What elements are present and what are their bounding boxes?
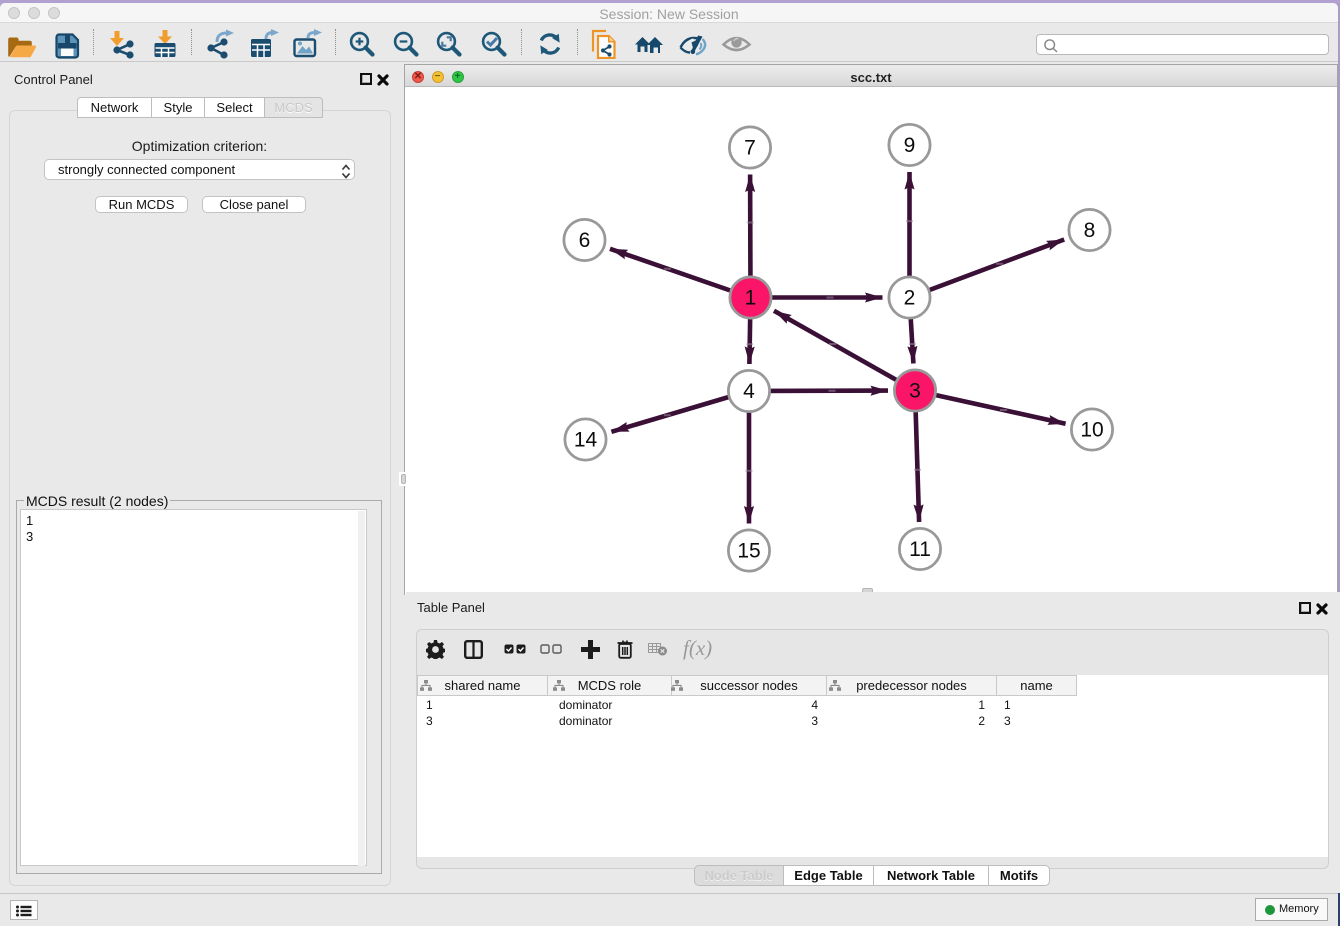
- svg-text:14: 14: [574, 429, 598, 452]
- svg-text:1: 1: [745, 287, 757, 310]
- svg-text:15: 15: [737, 540, 760, 563]
- svg-text:3: 3: [909, 380, 921, 403]
- svg-text:6: 6: [579, 229, 591, 252]
- svg-text:10: 10: [1080, 419, 1103, 442]
- svg-text:7: 7: [744, 137, 756, 160]
- svg-text:9: 9: [904, 134, 916, 157]
- svg-text:4: 4: [743, 380, 755, 403]
- svg-text:8: 8: [1084, 219, 1096, 242]
- svg-text:2: 2: [904, 287, 916, 310]
- svg-text:11: 11: [909, 538, 931, 561]
